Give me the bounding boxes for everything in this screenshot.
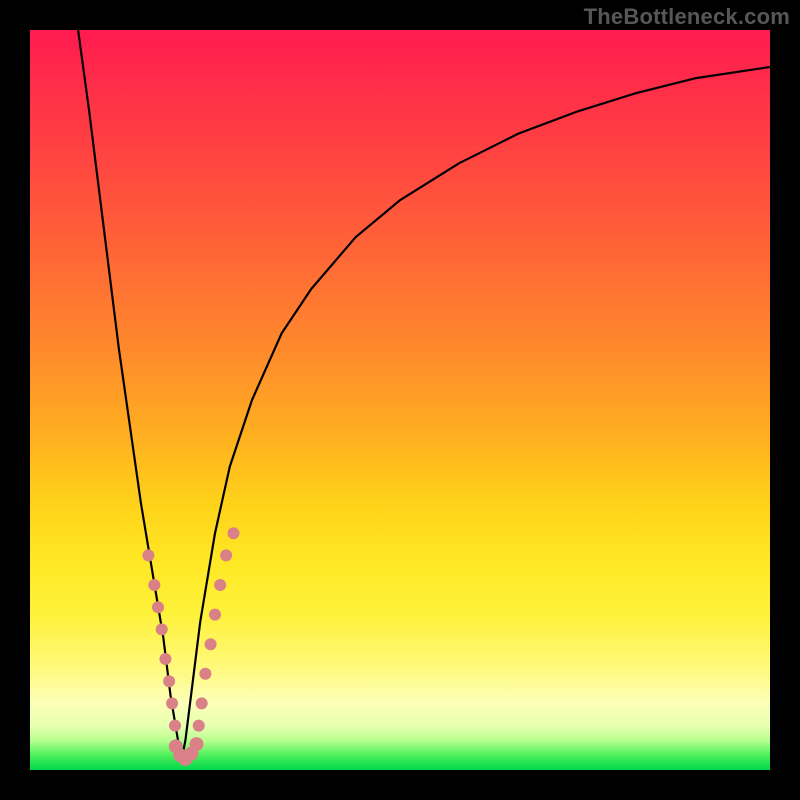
- scatter-dot: [169, 720, 181, 732]
- plot-area: [30, 30, 770, 770]
- scatter-dot: [205, 638, 217, 650]
- scatter-dot: [152, 601, 164, 613]
- curve-left-branch: [78, 30, 182, 759]
- watermark-text: TheBottleneck.com: [584, 4, 790, 30]
- chart-svg: [30, 30, 770, 770]
- scatter-dot: [196, 697, 208, 709]
- scatter-dot: [214, 579, 226, 591]
- scatter-dot: [220, 549, 232, 561]
- scatter-dot: [163, 675, 175, 687]
- scatter-dot: [209, 609, 221, 621]
- scatter-dot: [193, 720, 205, 732]
- scatter-dot: [148, 579, 160, 591]
- scatter-dots: [142, 527, 239, 766]
- curve-right-branch: [182, 67, 770, 759]
- scatter-dot: [159, 653, 171, 665]
- scatter-dot: [142, 549, 154, 561]
- scatter-dot: [166, 697, 178, 709]
- scatter-dot: [156, 623, 168, 635]
- scatter-dot: [190, 737, 204, 751]
- chart-frame: TheBottleneck.com: [0, 0, 800, 800]
- scatter-dot: [228, 527, 240, 539]
- scatter-dot: [199, 668, 211, 680]
